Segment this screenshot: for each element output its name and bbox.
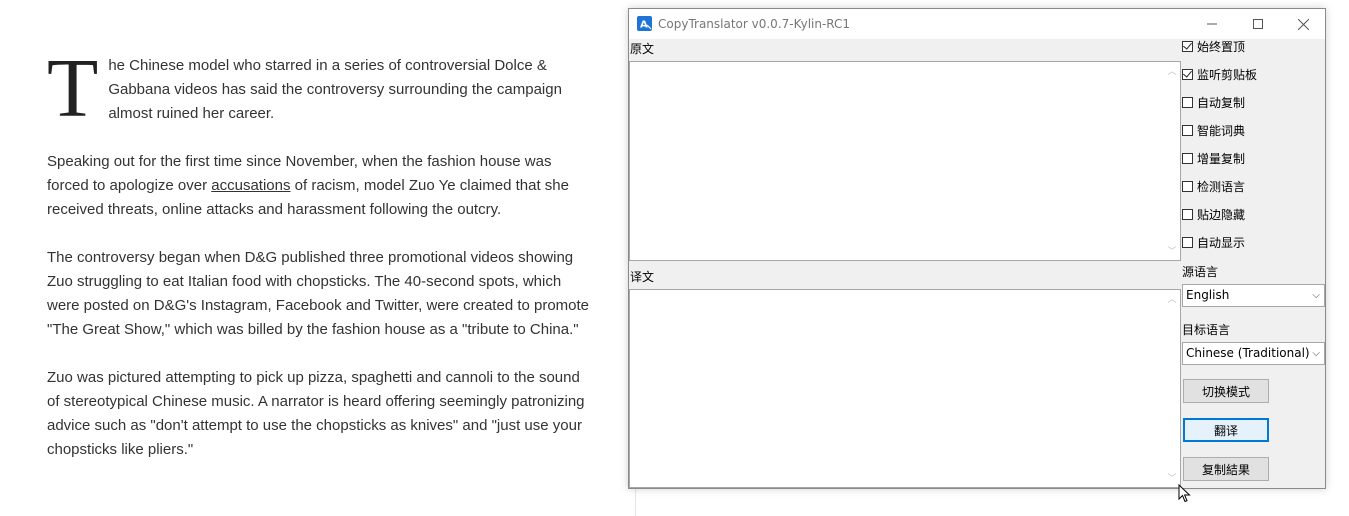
copy-result-button[interactable]: 复制結果 bbox=[1183, 457, 1269, 481]
close-icon bbox=[1297, 18, 1309, 30]
option-label: 始终置顶 bbox=[1197, 39, 1246, 54]
source-language-value: English bbox=[1186, 288, 1230, 302]
minimize-icon bbox=[1207, 23, 1217, 25]
checkbox-checked-icon[interactable] bbox=[1182, 40, 1193, 52]
option-row[interactable]: 检测语言 bbox=[1182, 178, 1245, 194]
svg-text:A: A bbox=[640, 20, 648, 31]
option-label: 智能词典 bbox=[1197, 123, 1246, 138]
target-textarea[interactable]: ︿ ﹀ bbox=[629, 289, 1181, 488]
translate-button[interactable]: 翻译 bbox=[1183, 418, 1269, 442]
switch-mode-button[interactable]: 切换模式 bbox=[1183, 379, 1269, 403]
article-body: T he Chinese model who starred in a seri… bbox=[47, 42, 592, 486]
option-label: 监听剪贴板 bbox=[1197, 67, 1258, 82]
source-textarea[interactable]: ︿ ﹀ bbox=[629, 61, 1181, 261]
translate-app-icon: A bbox=[637, 16, 652, 31]
maximize-icon bbox=[1253, 19, 1263, 29]
option-label: 贴边隐藏 bbox=[1197, 207, 1246, 222]
option-row[interactable]: 贴边隐藏 bbox=[1182, 206, 1245, 222]
article-paragraph-2: Speaking out for the first time since No… bbox=[47, 150, 592, 222]
source-language-label: 源语言 bbox=[1182, 265, 1219, 279]
target-scroll-up-icon[interactable]: ︿ bbox=[1166, 294, 1178, 304]
source-language-select[interactable]: English ⌵ bbox=[1182, 284, 1325, 307]
source-scroll-down-icon[interactable]: ﹀ bbox=[1166, 246, 1178, 256]
article-paragraph-4: Zuo was pictured attempting to pick up p… bbox=[47, 369, 585, 458]
checkbox-checked-icon[interactable] bbox=[1182, 68, 1193, 80]
chevron-down-icon: ⌵ bbox=[1312, 348, 1320, 359]
option-row[interactable]: 监听剪贴板 bbox=[1182, 66, 1257, 82]
page-divider bbox=[635, 488, 636, 516]
article-paragraph-1-text: he Chinese model who starred in a series… bbox=[108, 57, 562, 122]
option-label: 检测语言 bbox=[1197, 179, 1246, 194]
checkbox-icon[interactable] bbox=[1182, 124, 1193, 136]
checkbox-icon[interactable] bbox=[1182, 236, 1193, 248]
copytranslator-window: A CopyTranslator v0.0.7-Kylin-RC1 原文 ︿ ﹀… bbox=[628, 8, 1326, 489]
source-text-label: 原文 bbox=[630, 42, 655, 56]
option-row[interactable]: 始终置顶 bbox=[1182, 38, 1245, 54]
mouse-cursor-icon bbox=[1178, 484, 1191, 503]
target-language-label: 目标语言 bbox=[1182, 323, 1231, 337]
title-bar[interactable]: A CopyTranslator v0.0.7-Kylin-RC1 bbox=[629, 9, 1325, 39]
option-label: 自动复制 bbox=[1197, 95, 1246, 110]
option-row[interactable]: 增量复制 bbox=[1182, 150, 1245, 166]
checkbox-icon[interactable] bbox=[1182, 208, 1193, 220]
article-paragraph-3: The controversy began when D&G published… bbox=[47, 249, 590, 338]
window-title: CopyTranslator v0.0.7-Kylin-RC1 bbox=[658, 17, 851, 31]
checkbox-icon[interactable] bbox=[1182, 180, 1193, 192]
checkbox-icon[interactable] bbox=[1182, 152, 1193, 164]
minimize-button[interactable] bbox=[1189, 9, 1235, 39]
source-scroll-up-icon[interactable]: ︿ bbox=[1166, 66, 1178, 76]
target-text-label: 译文 bbox=[630, 270, 655, 284]
close-button[interactable] bbox=[1280, 9, 1326, 39]
option-label: 自动显示 bbox=[1197, 235, 1246, 250]
option-label: 增量复制 bbox=[1197, 151, 1246, 166]
drop-cap: T bbox=[47, 42, 99, 135]
target-scroll-down-icon[interactable]: ﹀ bbox=[1166, 473, 1178, 483]
article-paragraph-1: T he Chinese model who starred in a seri… bbox=[47, 42, 592, 135]
option-row[interactable]: 自动显示 bbox=[1182, 234, 1245, 250]
target-language-select[interactable]: Chinese (Traditional) ⌵ bbox=[1182, 342, 1325, 365]
option-row[interactable]: 自动复制 bbox=[1182, 94, 1245, 110]
chevron-down-icon: ⌵ bbox=[1312, 290, 1320, 301]
maximize-button[interactable] bbox=[1235, 9, 1281, 39]
option-row[interactable]: 智能词典 bbox=[1182, 122, 1245, 138]
accusations-link[interactable]: accusations bbox=[211, 177, 290, 194]
target-language-value: Chinese (Traditional) bbox=[1186, 346, 1310, 360]
checkbox-icon[interactable] bbox=[1182, 96, 1193, 108]
